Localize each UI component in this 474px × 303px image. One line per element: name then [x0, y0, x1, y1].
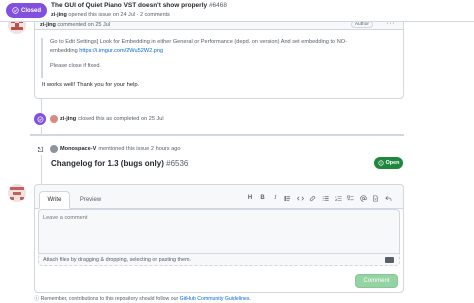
- timeline-divider: [30, 134, 404, 136]
- issue-title[interactable]: The GUI of Quiet Piano VST doesn't show …: [51, 2, 227, 9]
- issue-closed-icon: [12, 7, 19, 14]
- referenced-issue-link[interactable]: Changelog for 1.3 (bugs only) #6536: [51, 159, 188, 168]
- closed-state-badge: Closed: [6, 3, 47, 18]
- actor-avatar[interactable]: [50, 145, 58, 153]
- opened-text: opened this issue on 24 Jul · 2 comments: [68, 11, 170, 18]
- screenshot-link[interactable]: https://i.imgur.com/2Wu52W2.png: [79, 48, 163, 54]
- mention-actor-link[interactable]: Monospace-V: [60, 146, 96, 152]
- attach-files-text: Attach files by dragging & dropping, sel…: [43, 257, 192, 263]
- ordered-list-icon[interactable]: [333, 193, 343, 203]
- code-icon[interactable]: [295, 193, 305, 203]
- contribution-footer: ⓘ Remember, contributions to this reposi…: [34, 295, 251, 302]
- editor-header: Write Preview H B I: [35, 185, 403, 209]
- issue-title-text: The GUI of Quiet Piano VST doesn't show …: [51, 2, 208, 9]
- referenced-issue-number: #6536: [166, 159, 189, 168]
- timeline-line: [41, 155, 42, 184]
- current-user-avatar[interactable]: [8, 184, 26, 202]
- comment-time[interactable]: commented on 25 Jul: [57, 22, 110, 28]
- open-state-label: Open: [385, 160, 400, 166]
- quote-close-text: Please close if fixed.: [50, 63, 101, 69]
- issue-comment: zi-jing commented on 25 Jul Author ··· G…: [34, 19, 404, 99]
- referenced-issue-title: Changelog for 1.3 (bugs only): [51, 159, 164, 168]
- closed-event-text: closed this as completed on 25 Jul: [78, 116, 164, 122]
- community-guidelines-link[interactable]: GitHub Community Guidelines.: [180, 296, 251, 302]
- footer-text: Remember, contributions to this reposito…: [40, 296, 179, 302]
- author-label-text: Author: [354, 22, 369, 27]
- check-circle-icon: [37, 116, 43, 122]
- mention-event-text: mentioned this issue 2 hours ago: [98, 146, 181, 152]
- cross-reference-icon: [37, 146, 43, 152]
- task-list-icon[interactable]: [346, 193, 356, 203]
- bold-icon[interactable]: B: [258, 193, 268, 203]
- tab-write[interactable]: Write: [39, 191, 70, 209]
- tab-preview[interactable]: Preview: [75, 191, 106, 209]
- issue-meta: zi-jing opened this issue on 24 Jul · 2 …: [51, 12, 170, 18]
- comment-byline: zi-jing commented on 25 Jul: [40, 22, 110, 28]
- mention-event: Monospace-V mentioned this issue 2 hours…: [34, 143, 180, 155]
- open-state-badge: Open: [374, 157, 403, 169]
- identicon-avatar-icon: [8, 184, 26, 202]
- actor-avatar[interactable]: [50, 115, 58, 123]
- sticky-issue-header: Closed The GUI of Quiet Piano VST doesn'…: [0, 0, 474, 22]
- comment-button[interactable]: Comment: [355, 274, 398, 288]
- markdown-toolbar: H B I: [245, 193, 394, 203]
- reference-icon[interactable]: [371, 193, 381, 203]
- closed-event: zi-jing closed this as completed on 25 J…: [34, 113, 164, 125]
- markdown-icon[interactable]: [385, 257, 394, 263]
- blockquote: Go to Edit Settings] Look for Embedding …: [41, 38, 393, 78]
- closed-actor-link[interactable]: zi-jing: [60, 116, 76, 122]
- unordered-list-icon[interactable]: [321, 193, 331, 203]
- attach-files-area[interactable]: Attach files by dragging & dropping, sel…: [38, 253, 400, 266]
- state-label: Closed: [20, 7, 41, 14]
- italic-icon[interactable]: I: [270, 193, 280, 203]
- comment-author-link[interactable]: zi-jing: [40, 22, 56, 28]
- timeline-line: [41, 99, 42, 113]
- issue-number: #6468: [208, 2, 228, 9]
- mention-icon[interactable]: [358, 193, 368, 203]
- heading-icon[interactable]: H: [245, 193, 255, 203]
- closed-event-badge: [34, 113, 46, 125]
- opener-link[interactable]: zi-jing: [51, 12, 67, 18]
- info-icon: ⓘ: [34, 296, 40, 302]
- quote-text: Go to Edit Settings] Look for Embedding …: [50, 39, 347, 45]
- comment-textarea[interactable]: [38, 209, 400, 253]
- author-label-badge: Author: [350, 21, 373, 28]
- link-icon[interactable]: [308, 193, 318, 203]
- quote-text-cont: embedding: [50, 47, 78, 54]
- new-comment-form: Write Preview H B I Attach files by drag…: [34, 184, 404, 293]
- quote-icon[interactable]: [283, 193, 293, 203]
- cross-reference-badge: [34, 143, 46, 155]
- reply-icon[interactable]: [384, 193, 394, 203]
- comment-body: It works well! Thank you for your help.: [42, 82, 140, 88]
- timeline-line: [41, 127, 42, 134]
- issue-opened-icon: [378, 160, 384, 166]
- quote-paragraph: Go to Edit Settings] Look for Embedding …: [50, 38, 393, 55]
